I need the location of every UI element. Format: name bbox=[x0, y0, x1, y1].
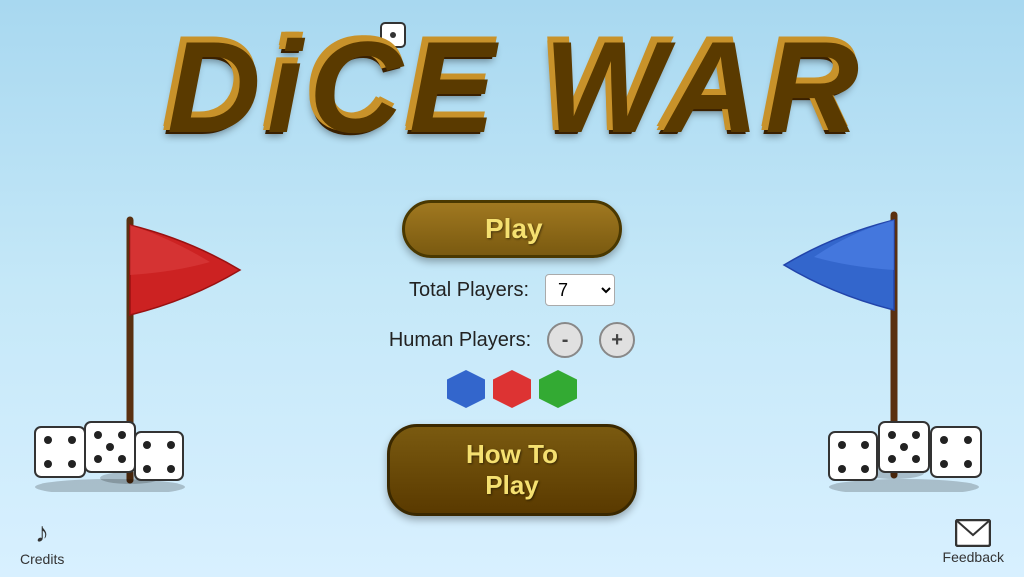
player-colors-row bbox=[447, 370, 577, 408]
how-to-play-button[interactable]: How To Play bbox=[387, 424, 637, 516]
feedback-section[interactable]: Feedback bbox=[943, 519, 1004, 565]
player-color-red[interactable] bbox=[493, 370, 531, 408]
music-icon: ♪ bbox=[35, 517, 49, 549]
total-players-label: Total Players: bbox=[409, 279, 529, 302]
credits-section[interactable]: ♪ Credits bbox=[20, 517, 64, 567]
game-title: DiCE WAR bbox=[0, 18, 1024, 148]
total-players-select[interactable]: 2 3 4 5 6 7 8 bbox=[545, 274, 615, 306]
right-dice-svg bbox=[824, 402, 984, 492]
human-players-label: Human Players: bbox=[389, 329, 531, 352]
human-players-row: Human Players: - + bbox=[389, 322, 635, 358]
credits-label: Credits bbox=[20, 551, 64, 567]
player-color-blue[interactable] bbox=[447, 370, 485, 408]
human-players-minus-button[interactable]: - bbox=[547, 322, 583, 358]
left-dice-pile bbox=[30, 402, 190, 497]
bottom-bar: ♪ Credits Feedback bbox=[0, 507, 1024, 577]
player-color-green[interactable] bbox=[539, 370, 577, 408]
feedback-label: Feedback bbox=[943, 549, 1004, 565]
human-players-plus-button[interactable]: + bbox=[599, 322, 635, 358]
center-controls: Play Total Players: 2 3 4 5 6 7 8 Human … bbox=[387, 200, 637, 516]
left-dice-svg bbox=[30, 402, 190, 492]
title-container: DiCE WAR bbox=[0, 0, 1024, 148]
right-dice-pile bbox=[824, 402, 984, 497]
play-button[interactable]: Play bbox=[402, 200, 622, 258]
feedback-icon bbox=[955, 519, 991, 547]
total-players-row: Total Players: 2 3 4 5 6 7 8 bbox=[409, 274, 615, 306]
